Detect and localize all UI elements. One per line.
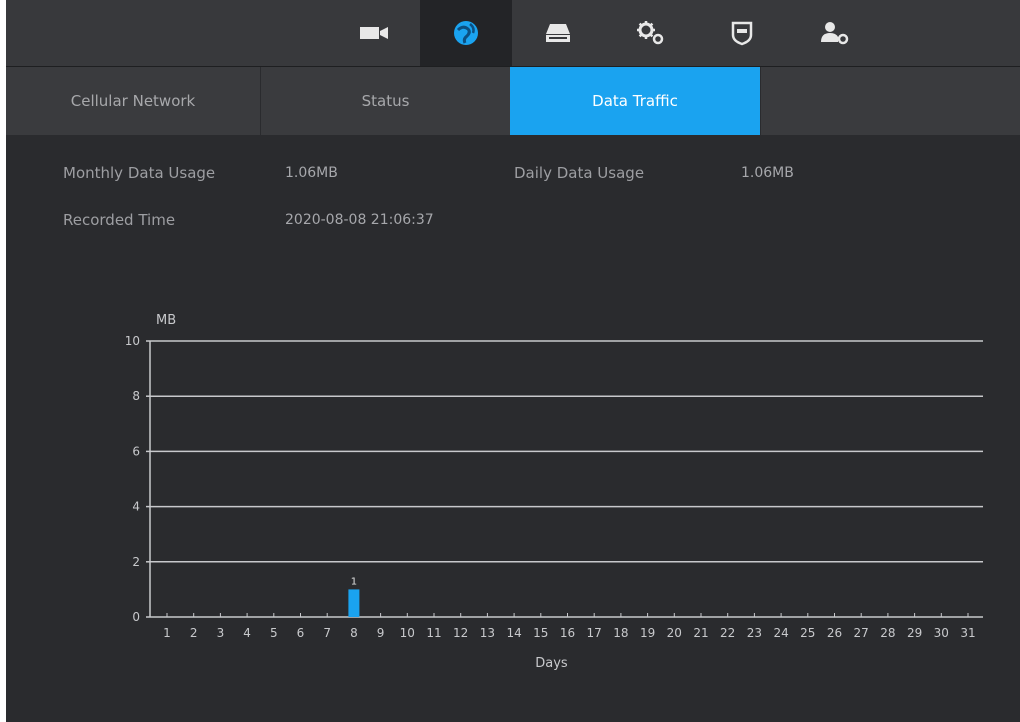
x-tick-label: 4 [243,626,251,640]
y-tick-label: 2 [132,555,140,569]
y-tick-label: 8 [132,389,140,403]
x-tick-label: 6 [297,626,305,640]
data-traffic-screen: Cellular Network Status Data Traffic Mon… [6,0,1020,722]
x-tick-label: 5 [270,626,278,640]
x-tick-label: 3 [217,626,225,640]
x-tick-label: 11 [426,626,441,640]
bar-data-label: 1 [351,576,357,587]
x-tick-label: 8 [350,626,358,640]
x-tick-label: 12 [453,626,468,640]
x-tick-label: 15 [533,626,548,640]
y-axis-title: MB [156,313,176,328]
x-tick-label: 16 [560,626,575,640]
x-tick-label: 7 [323,626,331,640]
x-tick-label: 27 [854,626,869,640]
x-tick-label: 2 [190,626,198,640]
x-tick-label: 25 [800,626,815,640]
x-tick-label: 28 [880,626,895,640]
x-tick-label: 14 [506,626,521,640]
y-tick-label: 10 [125,334,140,348]
x-tick-label: 10 [400,626,415,640]
x-tick-label: 17 [587,626,602,640]
bar [348,589,360,617]
x-tick-label: 30 [934,626,949,640]
x-tick-label: 22 [720,626,735,640]
x-tick-label: 9 [377,626,385,640]
x-tick-label: 19 [640,626,655,640]
x-tick-label: 18 [613,626,628,640]
x-tick-label: 31 [960,626,975,640]
x-tick-label: 26 [827,626,842,640]
x-tick-label: 29 [907,626,922,640]
x-tick-label: 1 [163,626,171,640]
y-tick-label: 0 [132,610,140,624]
y-tick-label: 4 [132,500,140,514]
x-tick-label: 21 [693,626,708,640]
y-tick-label: 6 [132,444,140,458]
data-traffic-chart: 0246810MB1 2 3 4 5 6 7 8 9 10 11 12 13 14 15 16 17 18 19 20… [125,313,983,671]
x-tick-label: 20 [667,626,682,640]
x-axis-title: Days [535,656,568,671]
x-tick-label: 13 [480,626,495,640]
x-tick-label: 23 [747,626,762,640]
x-tick-label: 24 [773,626,788,640]
